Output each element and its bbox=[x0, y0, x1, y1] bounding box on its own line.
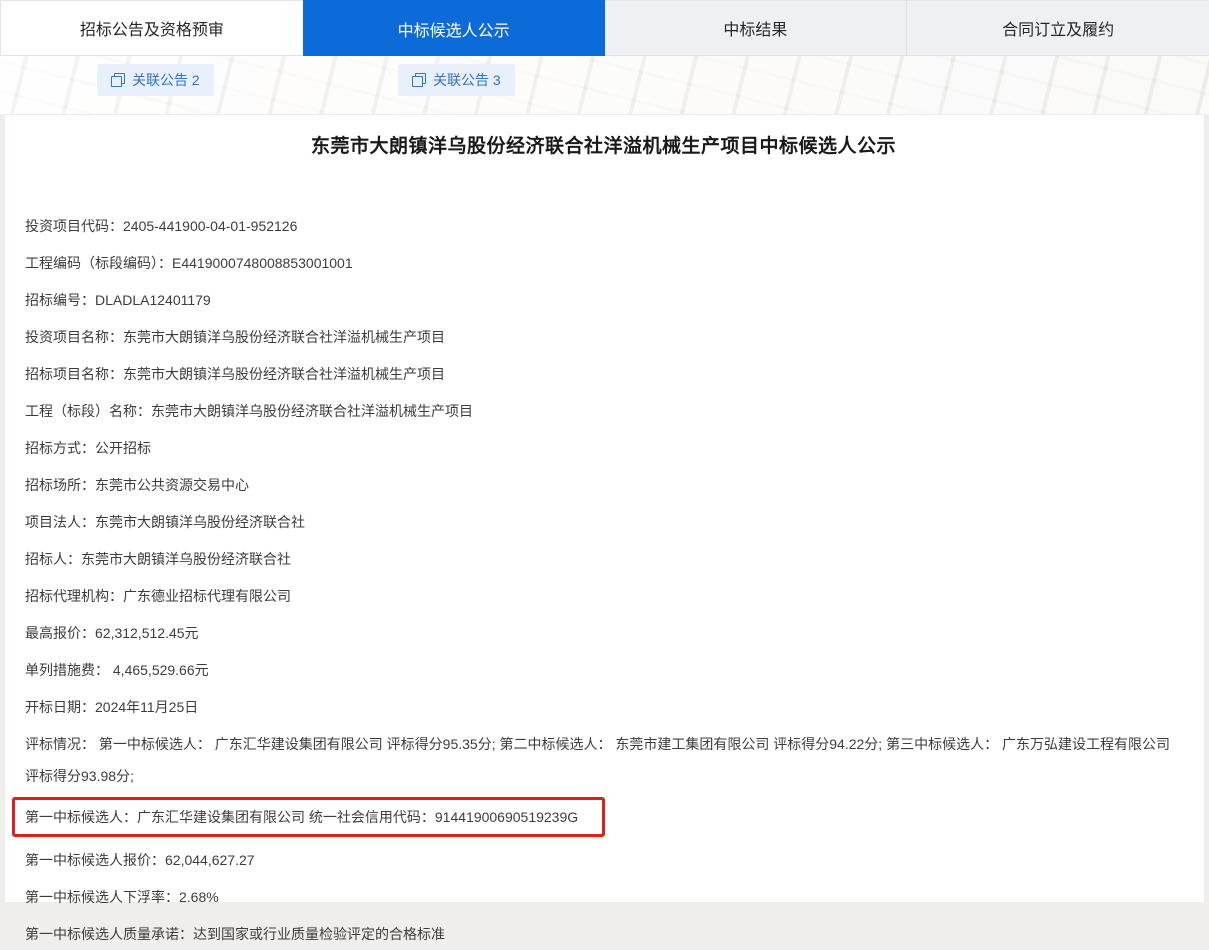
page-title: 东莞市大朗镇洋乌股份经济联合社洋溢机械生产项目中标候选人公示 bbox=[25, 131, 1182, 158]
related-announcements-button-1[interactable]: 关联公告 2 bbox=[97, 64, 214, 96]
announcement-card: 东莞市大朗镇洋乌股份经济联合社洋溢机械生产项目中标候选人公示 投资项目代码：24… bbox=[4, 114, 1205, 903]
related-badge-label: 关联公告 3 bbox=[433, 70, 501, 90]
field-row-evaluation-result: 评标情况： 第一中标候选人： 广东汇华建设集团有限公司 评标得分95.35分; … bbox=[25, 728, 1182, 792]
field-row-tender-method: 招标方式：公开招标 bbox=[25, 432, 1182, 464]
field-row-tender-agency: 招标代理机构：广东德业招标代理有限公司 bbox=[25, 580, 1182, 612]
related-copy-icon bbox=[111, 73, 125, 87]
field-row-project-code: 工程编码（标段编码）：E4419000748008853001001 bbox=[25, 247, 1182, 279]
field-row-first-candidate-credit-code: 第一中标候选人：广东汇华建设集团有限公司 统一社会信用代码：9144190069… bbox=[25, 801, 592, 833]
related-badge-label: 关联公告 2 bbox=[132, 70, 200, 90]
related-announcements-button-2[interactable]: 关联公告 3 bbox=[398, 64, 515, 96]
field-row-tender-number: 招标编号：DLADLA12401179 bbox=[25, 284, 1182, 316]
field-row-section-name: 工程（标段）名称：东莞市大朗镇洋乌股份经济联合社洋溢机械生产项目 bbox=[25, 395, 1182, 427]
field-row-tenderer: 招标人：东莞市大朗镇洋乌股份经济联合社 bbox=[25, 543, 1182, 575]
field-row-project-legal-entity: 项目法人：东莞市大朗镇洋乌股份经济联合社 bbox=[25, 506, 1182, 538]
tab-winning-candidate-publicity[interactable]: 中标候选人公示 bbox=[303, 0, 605, 57]
tab-tender-announcement[interactable]: 招标公告及资格预审 bbox=[0, 1, 303, 55]
field-row-investment-project-code: 投资项目代码：2405-441900-04-01-952126 bbox=[25, 210, 1182, 242]
page-background-strip: 关联公告 2 关联公告 3 bbox=[0, 56, 1209, 114]
field-row-max-price: 最高报价：62,312,512.45元 bbox=[25, 617, 1182, 649]
field-row-tender-venue: 招标场所：东莞市公共资源交易中心 bbox=[25, 469, 1182, 501]
tab-bar: 招标公告及资格预审 中标候选人公示 中标结果 合同订立及履约 bbox=[0, 0, 1209, 56]
field-row-separate-measure-fee: 单列措施费： 4,465,529.66元 bbox=[25, 654, 1182, 686]
field-row-first-candidate-price: 第一中标候选人报价：62,044,627.27 bbox=[25, 844, 1182, 876]
field-row-first-candidate-quality-promise: 第一中标候选人质量承诺：达到国家或行业质量检验评定的合格标准 bbox=[25, 918, 1182, 950]
field-row-bid-opening-date: 开标日期：2024年11月25日 bbox=[25, 691, 1182, 723]
field-row-first-candidate-discount-rate: 第一中标候选人下浮率：2.68% bbox=[25, 881, 1182, 913]
highlight-red-box: 第一中标候选人：广东汇华建设集团有限公司 统一社会信用代码：9144190069… bbox=[12, 797, 605, 837]
field-row-tender-project-name: 招标项目名称：东莞市大朗镇洋乌股份经济联合社洋溢机械生产项目 bbox=[25, 358, 1182, 390]
related-copy-icon bbox=[412, 73, 426, 87]
tab-contract-performance[interactable]: 合同订立及履约 bbox=[906, 1, 1209, 55]
field-row-investment-project-name: 投资项目名称：东莞市大朗镇洋乌股份经济联合社洋溢机械生产项目 bbox=[25, 321, 1182, 353]
tab-bid-result[interactable]: 中标结果 bbox=[605, 1, 907, 55]
